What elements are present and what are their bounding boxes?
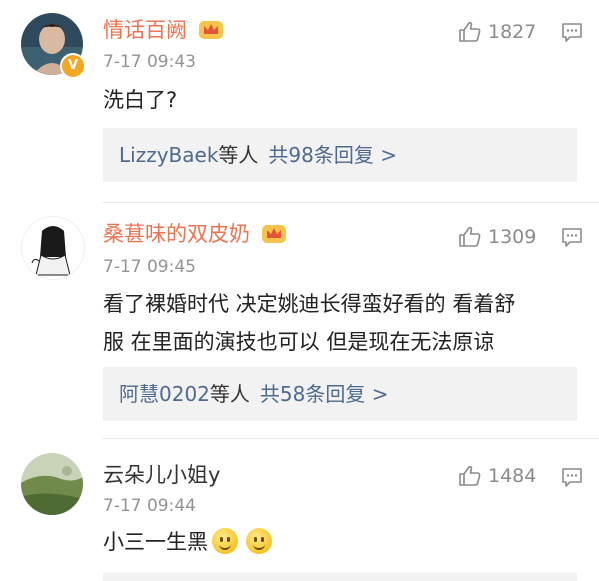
reply-suffix: 等人 <box>218 143 259 167</box>
comment-text: 洗白了? <box>103 88 178 112</box>
comment-text: 小三一生黑 <box>103 523 573 561</box>
username-text[interactable]: 云朵儿小姐y <box>103 463 220 487</box>
verified-badge-icon: V <box>60 53 86 79</box>
comment-text-line: 看了裸婚时代 决定姚迪长得蛮好看的 看着舒 <box>103 292 516 316</box>
reply-button[interactable] <box>561 227 583 253</box>
crown-icon <box>198 18 224 48</box>
comment-text: 看了裸婚时代 决定姚迪长得蛮好看的 看着舒 服 在里面的演技也可以 但是现在无法… <box>103 285 573 361</box>
username-text[interactable]: 桑葚味的双皮奶 <box>103 222 250 246</box>
like-count: 1484 <box>488 465 537 487</box>
smile-emoji <box>246 528 272 554</box>
smile-emoji <box>212 528 238 554</box>
thumbs-up-icon <box>459 226 481 247</box>
timestamp: 7-17 09:44 <box>103 496 196 516</box>
comment-item: 云朵儿小姐y 7-17 09:44 1484 小三一生黑 <box>0 439 599 581</box>
comment-text-content: 小三一生黑 <box>103 530 208 554</box>
thumbs-up-icon <box>459 465 481 486</box>
reply-button[interactable] <box>561 22 583 48</box>
replies-summary[interactable]: 阿慧0202等人 共58条回复 > <box>103 367 577 421</box>
avatar[interactable] <box>21 216 85 280</box>
reply-icon <box>562 228 582 247</box>
username[interactable]: 云朵儿小姐y <box>103 460 220 490</box>
reply-total-link[interactable]: 共58条回复 > <box>260 382 389 406</box>
avatar[interactable] <box>21 453 83 515</box>
replies-summary[interactable]: LizzyBaek等人 共98条回复 > <box>103 128 577 182</box>
timestamp: 7-17 09:45 <box>103 257 196 277</box>
reply-users[interactable]: LizzyBaek <box>119 143 218 167</box>
username[interactable]: 情话百阙 <box>103 15 224 48</box>
reply-total-link[interactable]: 共98条回复 > <box>268 143 397 167</box>
comment-text-line: 服 在里面的演技也可以 但是现在无法原谅 <box>103 330 495 354</box>
comment-item: 桑葚味的双皮奶 7-17 09:45 1309 看了裸婚时代 决定姚迪长得蛮好看… <box>0 203 599 438</box>
reply-icon <box>562 468 582 487</box>
reply-icon <box>562 23 582 42</box>
reply-suffix: 等人 <box>209 382 250 406</box>
replies-summary[interactable] <box>103 573 577 581</box>
username-text[interactable]: 情话百阙 <box>103 18 187 42</box>
reply-button[interactable] <box>561 467 583 493</box>
timestamp: 7-17 09:43 <box>103 52 196 72</box>
reply-users[interactable]: 阿慧0202 <box>119 382 210 406</box>
like-button[interactable]: 1484 <box>458 461 536 491</box>
like-button[interactable]: 1309 <box>458 222 536 252</box>
like-button[interactable]: 1827 <box>458 17 536 47</box>
like-count: 1827 <box>488 21 537 43</box>
comment-item: V 情话百阙 7-17 09:43 1827 洗白了? LizzyBaek等人共… <box>0 0 599 200</box>
thumbs-up-icon <box>459 21 481 42</box>
crown-icon <box>261 222 287 252</box>
like-count: 1309 <box>488 226 537 248</box>
username[interactable]: 桑葚味的双皮奶 <box>103 219 287 252</box>
